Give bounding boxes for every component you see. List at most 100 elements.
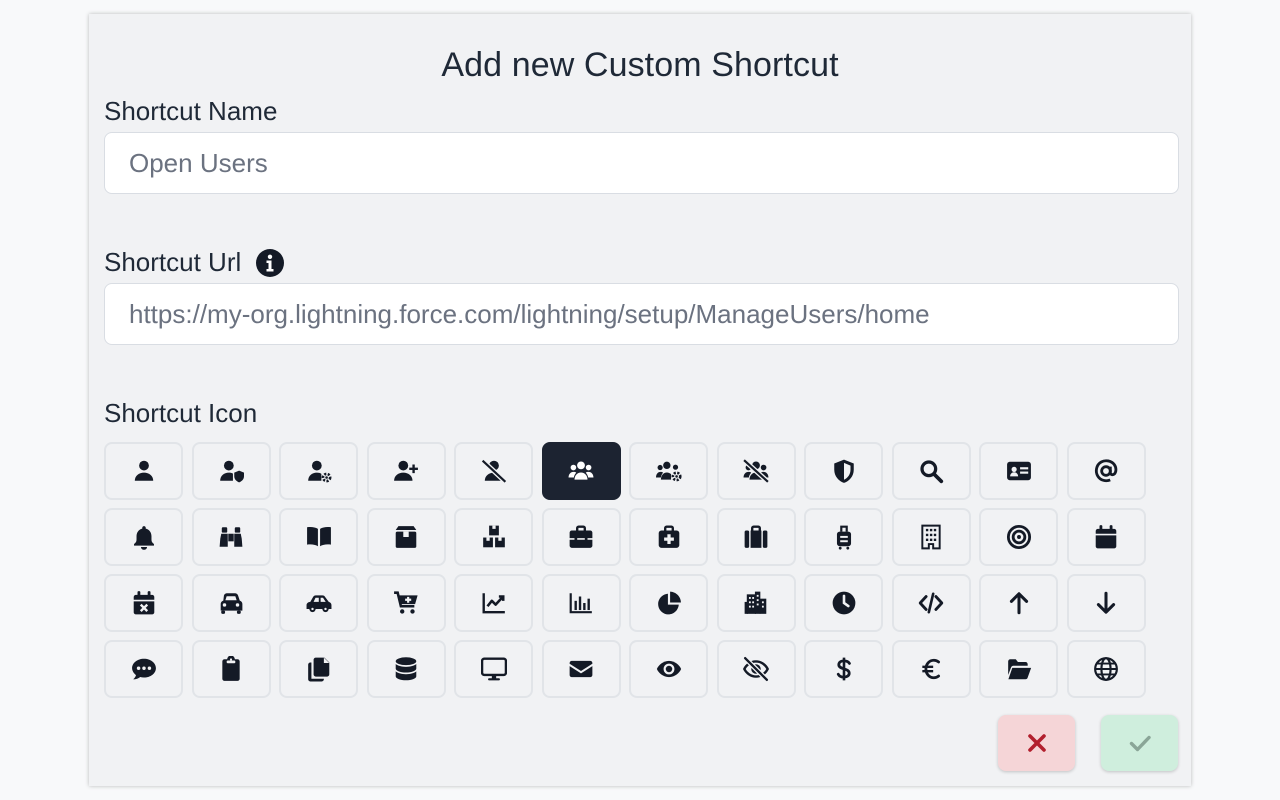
suitcase-icon (744, 525, 768, 548)
code-icon (918, 592, 944, 614)
icon-option[interactable] (541, 442, 621, 500)
icon-option[interactable] (1066, 508, 1146, 566)
icon-option[interactable] (716, 508, 796, 566)
icon-option[interactable] (279, 574, 358, 632)
icon-option[interactable] (366, 442, 446, 500)
icon-option[interactable] (454, 442, 533, 500)
icon-option[interactable] (541, 508, 621, 566)
icon-option[interactable] (366, 574, 446, 632)
copy-icon (307, 657, 329, 682)
chart-bar-icon (569, 593, 592, 614)
clipboard-icon (222, 656, 240, 681)
icon-option[interactable] (191, 508, 271, 566)
at-icon (1094, 459, 1118, 483)
icon-option[interactable] (1066, 640, 1146, 698)
user-plus-icon (394, 460, 418, 481)
info-icon[interactable] (255, 248, 285, 278)
icon-option[interactable] (1066, 574, 1146, 632)
icon-option[interactable] (104, 508, 183, 566)
icon-option[interactable] (104, 574, 183, 632)
bullseye-icon (1006, 524, 1031, 550)
icon-option[interactable] (191, 574, 271, 632)
icon-option[interactable] (804, 640, 883, 698)
icon-option[interactable] (454, 574, 533, 632)
icon-option[interactable] (716, 574, 796, 632)
icon-option[interactable] (366, 640, 446, 698)
icon-option[interactable] (279, 508, 358, 566)
cancel-button[interactable] (998, 715, 1075, 771)
toolbox-icon (569, 525, 593, 548)
shortcut-url-input[interactable] (104, 283, 1179, 345)
icon-picker-grid (104, 442, 1146, 698)
shortcut-name-label: Shortcut Name (104, 96, 278, 126)
shortcut-icon-label: Shortcut Icon (104, 398, 258, 428)
icon-option[interactable] (979, 442, 1058, 500)
icon-option[interactable] (804, 442, 883, 500)
euro-icon (922, 658, 940, 680)
icon-option[interactable] (629, 574, 708, 632)
icon-option[interactable] (104, 442, 183, 500)
bell-icon (133, 526, 154, 550)
user-shield-icon (220, 460, 244, 483)
icon-option[interactable] (979, 574, 1058, 632)
icon-option[interactable] (366, 508, 446, 566)
arrow-down-icon (1096, 591, 1116, 614)
user-gear-icon (307, 460, 331, 483)
icon-option[interactable] (891, 508, 971, 566)
box-icon (395, 526, 417, 548)
shortcut-name-input[interactable] (104, 132, 1179, 194)
icon-option[interactable] (716, 640, 796, 698)
medical-kit-icon (658, 525, 679, 548)
icon-option[interactable] (891, 574, 971, 632)
icon-option[interactable] (279, 442, 358, 500)
comment-dots-icon (131, 658, 156, 680)
icon-option[interactable] (191, 442, 271, 500)
icon-option[interactable] (804, 574, 883, 632)
clock-icon (832, 591, 855, 615)
icon-option[interactable] (891, 640, 971, 698)
icon-option[interactable] (629, 640, 708, 698)
icon-option[interactable] (629, 442, 708, 500)
dialog-title: Add new Custom Shortcut (441, 46, 839, 84)
database-icon (395, 657, 417, 681)
shield-icon (833, 459, 854, 483)
icon-option[interactable] (279, 640, 358, 698)
shortcut-url-label-row: Shortcut Url (104, 247, 285, 278)
calendar-x-icon (133, 591, 154, 615)
icon-option[interactable] (979, 640, 1058, 698)
id-card-icon (1006, 461, 1031, 481)
users-gear-icon (655, 461, 682, 482)
icon-option[interactable] (454, 508, 533, 566)
desktop-icon (480, 657, 507, 681)
x-icon (1027, 734, 1046, 752)
building-icon (921, 524, 941, 550)
boxes-icon (482, 525, 505, 548)
envelope-icon (569, 660, 593, 678)
icon-option[interactable] (454, 640, 533, 698)
book-open-icon (306, 527, 331, 547)
icon-option[interactable] (541, 574, 621, 632)
search-icon (920, 460, 944, 484)
icon-option[interactable] (1066, 442, 1146, 500)
city-icon (744, 591, 767, 614)
icon-option[interactable] (104, 640, 183, 698)
globe-icon (1094, 657, 1118, 681)
user-icon (134, 460, 153, 481)
icon-option[interactable] (541, 640, 621, 698)
shortcut-url-label: Shortcut Url (104, 247, 242, 277)
users-slash-icon (743, 458, 769, 484)
binoculars-icon (219, 527, 243, 547)
icon-option[interactable] (891, 442, 971, 500)
dollar-icon (836, 657, 851, 681)
chart-line-icon (482, 593, 505, 614)
users-icon (568, 461, 594, 480)
folder-open-icon (1007, 659, 1031, 680)
arrow-up-icon (1009, 592, 1028, 615)
icon-option[interactable] (979, 508, 1058, 566)
add-shortcut-dialog: Add new Custom Shortcut Shortcut Name Sh… (89, 14, 1191, 786)
confirm-button[interactable] (1101, 715, 1178, 771)
icon-option[interactable] (629, 508, 708, 566)
icon-option[interactable] (716, 442, 796, 500)
icon-option[interactable] (191, 640, 271, 698)
icon-option[interactable] (804, 508, 883, 566)
